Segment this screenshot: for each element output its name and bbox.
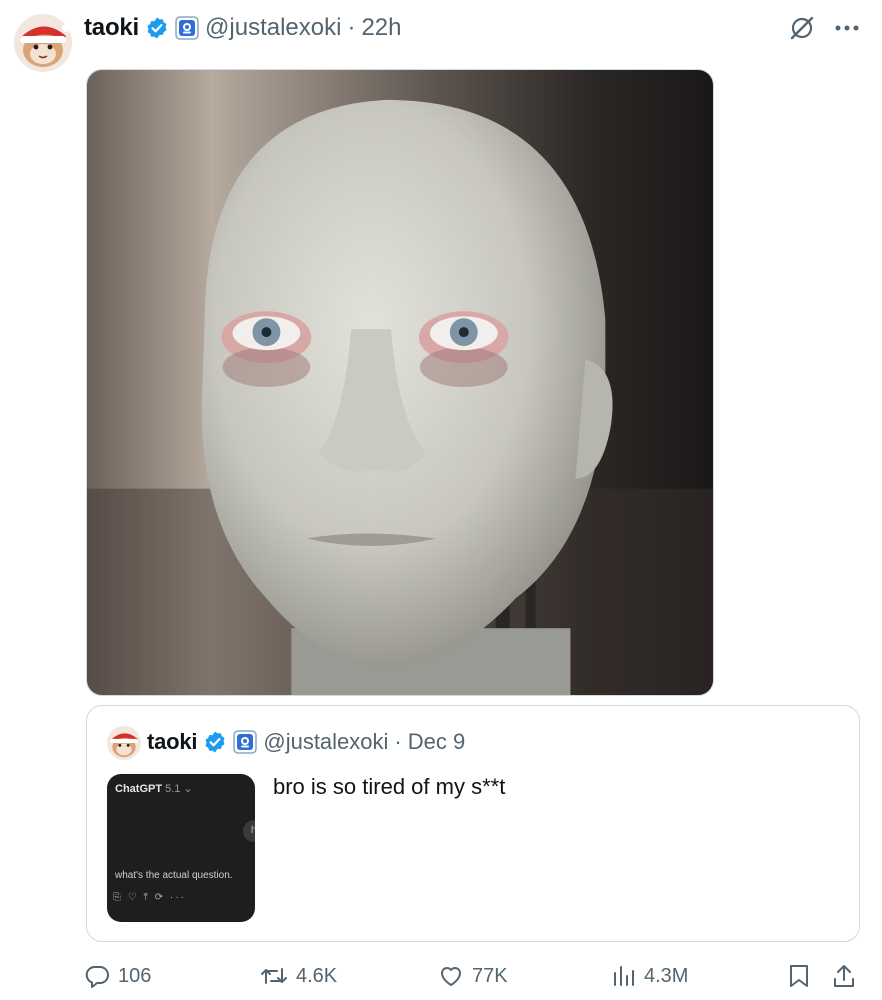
quoted-author-avatar[interactable] [107,726,141,760]
views-button[interactable]: 4.3M [612,958,688,994]
thumb-user-message: he [243,820,255,842]
chevron-down-icon: ⌄ [183,783,193,795]
bookmark-button[interactable] [788,958,810,994]
like-button[interactable]: 77K [438,958,508,994]
author-handle[interactable]: @justalexoki [205,14,341,42]
author-name[interactable]: taoki [84,14,139,42]
author-avatar[interactable] [14,14,72,72]
affiliate-badge-icon[interactable] [233,730,258,754]
quoted-author-name[interactable]: taoki [147,729,198,755]
separator-dot: · [347,14,356,41]
timestamp[interactable]: 22h [361,14,401,42]
header-actions [788,14,860,42]
robot-face-image[interactable] [86,69,714,696]
repost-button[interactable]: 4.6K [260,958,337,994]
quoted-tweet-text: bro is so tired of my s**t [273,774,506,799]
quoted-tweet[interactable]: taoki @justalexoki · Dec 9 ChatGPT 5.1 ⌄… [86,705,860,942]
tweet-action-bar: 106 4.6K 77K 4.3M [0,958,882,994]
repost-icon [260,963,288,989]
tweet-header: taoki @justalexoki · 22h [84,12,402,44]
grok-icon[interactable] [788,14,816,42]
quoted-timestamp[interactable]: Dec 9 [408,729,465,755]
thumb-title: ChatGPT 5.1 ⌄ [115,782,193,795]
like-count: 77K [472,964,508,987]
heart-icon [438,963,464,989]
verified-badge-icon [203,730,227,754]
bookmark-icon [788,963,810,989]
thumb-action-icons: ⎘ ♡ ⤒ ⟳ ··· [113,892,186,903]
thumb-assistant-answer: what's the actual question. [115,870,233,881]
reply-icon [84,963,110,989]
thumb-app-name: ChatGPT [115,783,163,795]
affiliate-badge-icon[interactable] [175,16,199,40]
quoted-tweet-header: taoki @justalexoki · Dec 9 [147,725,465,759]
repost-count: 4.6K [296,964,338,987]
chatgpt-screenshot-thumbnail[interactable]: ChatGPT 5.1 ⌄ he what's the actual quest… [107,774,255,922]
view-count: 4.3M [644,964,689,987]
quoted-author-handle[interactable]: @justalexoki [263,729,388,755]
share-button[interactable] [832,958,856,994]
more-dots-icon[interactable] [834,23,860,33]
separator-dot: · [394,729,402,754]
thumb-version: 5.1 [165,783,181,795]
share-icon [832,963,856,989]
views-chart-icon [612,963,636,989]
reply-button[interactable]: 106 [84,958,151,994]
reply-count: 106 [118,964,152,987]
verified-badge-icon [145,16,169,40]
